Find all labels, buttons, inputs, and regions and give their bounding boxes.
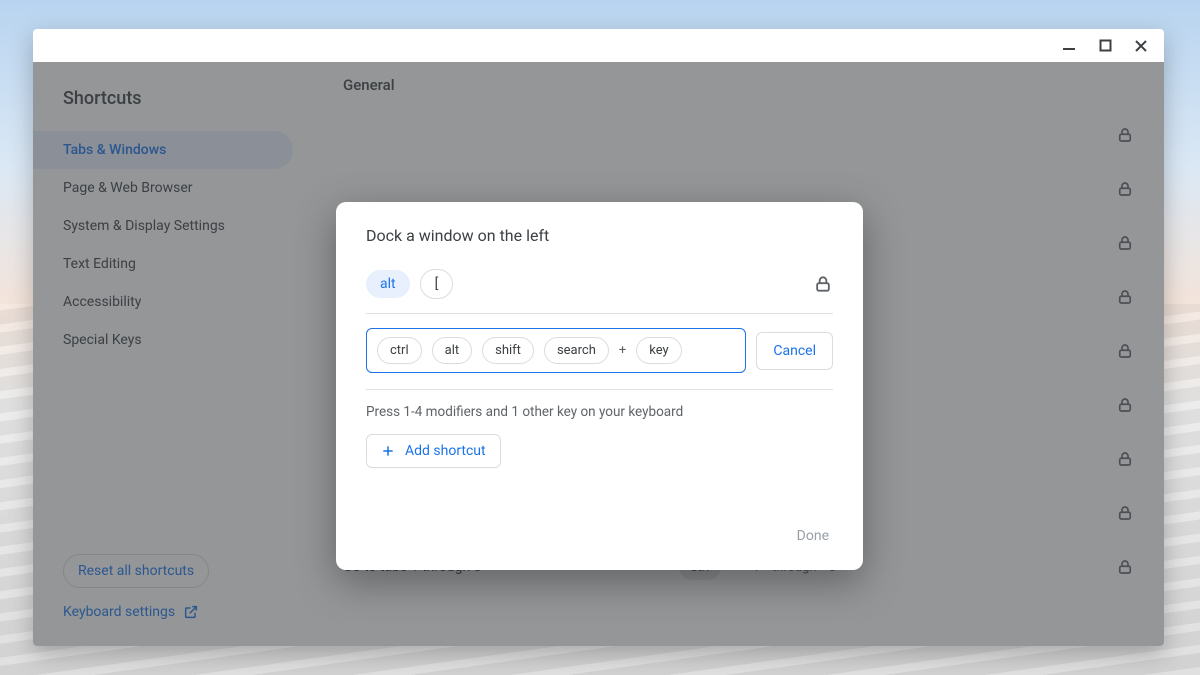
cancel-button[interactable]: Cancel (756, 332, 833, 370)
current-shortcut-row: alt [ (366, 269, 833, 299)
add-shortcut-button[interactable]: Add shortcut (366, 434, 501, 468)
done-button[interactable]: Done (793, 520, 833, 552)
plus-icon (381, 444, 395, 458)
add-shortcut-label: Add shortcut (405, 443, 486, 459)
shortcut-key-input[interactable]: ctrl alt shift search + key (366, 328, 746, 373)
hint-pill: key (636, 337, 681, 364)
minimize-button[interactable] (1062, 39, 1076, 53)
current-modifier-pill[interactable]: alt (366, 270, 410, 298)
hint-pill: ctrl (377, 337, 422, 364)
content-area: Shortcuts Tabs & Windows Page & Web Brow… (33, 62, 1164, 646)
window-titlebar (33, 29, 1164, 62)
hint-pill: search (544, 337, 609, 364)
shortcuts-window: Shortcuts Tabs & Windows Page & Web Brow… (33, 29, 1164, 646)
shortcut-input-row: ctrl alt shift search + key Cancel (366, 328, 833, 373)
dialog-title: Dock a window on the left (366, 226, 833, 245)
dialog-divider (366, 313, 833, 314)
edit-shortcut-dialog: Dock a window on the left alt [ ctrl alt… (336, 202, 863, 570)
hint-pill: alt (432, 337, 473, 364)
lock-icon[interactable] (813, 274, 833, 294)
current-key-pill[interactable]: [ (420, 269, 454, 299)
dialog-footer: Done (366, 520, 833, 552)
close-button[interactable] (1134, 39, 1148, 53)
input-hint-text: Press 1-4 modifiers and 1 other key on y… (366, 404, 833, 420)
plus-separator: + (619, 343, 626, 358)
maximize-button[interactable] (1098, 39, 1112, 53)
dialog-divider (366, 389, 833, 390)
hint-pill: shift (482, 337, 534, 364)
